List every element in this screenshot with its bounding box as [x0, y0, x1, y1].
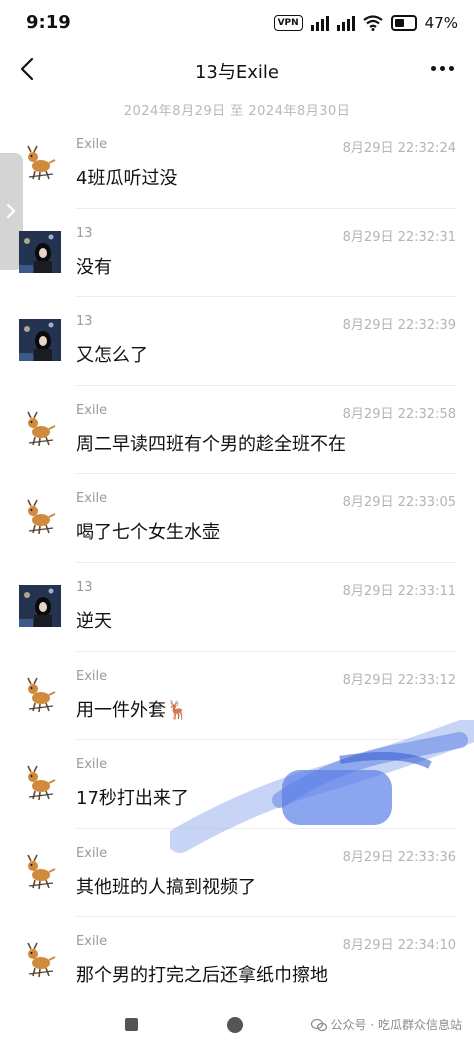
- avatar-exile[interactable]: [19, 496, 61, 538]
- message-text: 4班瓜听过没: [76, 168, 178, 189]
- battery-percent: 47%: [424, 14, 458, 32]
- home-button[interactable]: [227, 1017, 243, 1033]
- message-text: 喝了七个女生水壶: [76, 522, 220, 544]
- watermark: 公众号 · 吃瓜群众信息站: [310, 1016, 462, 1033]
- battery-icon: [390, 15, 417, 31]
- sender-name: Exile: [76, 757, 108, 773]
- wechat-official-account-icon: [310, 1018, 327, 1031]
- message-timestamp: 8月29日 22:33:11: [342, 583, 456, 599]
- message-row[interactable]: Exile 8月29日 22:34:10 那个男的打完之后还拿纸巾擦地: [0, 917, 474, 1006]
- sender-name: 13: [76, 314, 93, 330]
- sender-name: Exile: [76, 491, 108, 507]
- message-timestamp: 8月29日 22:34:10: [342, 938, 456, 954]
- sender-name: 13: [76, 579, 93, 595]
- chat-header: 13与Exile: [0, 44, 474, 94]
- message-row[interactable]: Exile 17秒打出来了: [0, 740, 474, 829]
- status-bar: 9:19 VPN 47%: [0, 0, 474, 44]
- message-row[interactable]: Exile 8月29日 22:33:05 喝了七个女生水壶: [0, 474, 474, 563]
- avatar-13[interactable]: [19, 319, 61, 362]
- message-text: 又怎么了: [76, 345, 148, 367]
- message-row[interactable]: Exile 8月29日 22:32:58 周二早读四班有个男的趁全班不在: [0, 386, 474, 475]
- sender-name: 13: [76, 225, 93, 241]
- avatar-13[interactable]: [19, 230, 61, 273]
- message-timestamp: 8月29日 22:33:36: [342, 849, 456, 865]
- message-timestamp: 8月29日 22:32:58: [342, 406, 456, 422]
- message-text: 周二早读四班有个男的趁全班不在: [76, 433, 346, 455]
- message-text: 其他班的人搞到视频了: [76, 876, 256, 898]
- avatar-exile[interactable]: [19, 142, 61, 184]
- message-row[interactable]: Exile 8月29日 22:33:36 其他班的人搞到视频了: [0, 829, 474, 918]
- status-time: 9:19: [26, 12, 71, 33]
- sender-name: Exile: [76, 845, 108, 861]
- message-timestamp: 8月29日 22:33:12: [342, 672, 456, 688]
- message-timestamp: 8月29日 22:33:05: [342, 495, 456, 511]
- sender-name: Exile: [76, 137, 108, 152]
- chat-title: 13与Exile: [194, 62, 279, 83]
- date-range-label: 2024年8月29日 至 2024年8月30日: [123, 104, 351, 119]
- signal-icon: [310, 15, 329, 31]
- message-row[interactable]: Exile 8月29日 22:33:12 用一件外套🦌: [0, 652, 474, 741]
- sender-name: Exile: [76, 934, 108, 950]
- message-row[interactable]: 13 8月29日 22:32:39 又怎么了: [0, 297, 474, 386]
- avatar-exile[interactable]: [19, 939, 61, 981]
- message-text: 那个男的打完之后还拿纸巾擦地: [76, 965, 328, 987]
- sender-name: Exile: [76, 668, 108, 684]
- signal-icon-2: [336, 15, 355, 31]
- avatar-exile[interactable]: [19, 851, 61, 893]
- avatar-exile[interactable]: [19, 674, 61, 716]
- avatar-exile[interactable]: [19, 408, 61, 450]
- vpn-badge: VPN: [273, 15, 303, 31]
- message-text: 没有: [76, 256, 112, 278]
- sender-name: Exile: [76, 402, 108, 418]
- wifi-icon: [362, 15, 383, 31]
- message-text: 17秒打出来了: [76, 788, 189, 810]
- avatar-exile[interactable]: [19, 762, 61, 804]
- message-row[interactable]: Exile 8月29日 22:32:24 4班瓜听过没: [0, 120, 474, 209]
- message-list: Exile 8月29日 22:32:24 4班瓜听过没 13 8月29日 22:32:…: [0, 120, 474, 1006]
- message-text: 逆天: [76, 610, 112, 632]
- message-timestamp: 8月29日 22:32:31: [342, 229, 456, 245]
- status-icons: VPN 47%: [273, 12, 458, 34]
- message-row[interactable]: 13 8月29日 22:33:11 逆天: [0, 563, 474, 652]
- message-timestamp: 8月29日 22:32:39: [342, 318, 456, 334]
- message-row[interactable]: 13 8月29日 22:32:31 没有: [0, 209, 474, 298]
- message-timestamp: 8月29日 22:32:24: [342, 141, 456, 156]
- message-text: 用一件外套🦌: [76, 699, 189, 721]
- avatar-13[interactable]: [19, 584, 61, 627]
- recent-apps-button[interactable]: [125, 1018, 138, 1031]
- more-options-icon[interactable]: [431, 66, 454, 71]
- watermark-text: 公众号 · 吃瓜群众信息站: [330, 1018, 462, 1032]
